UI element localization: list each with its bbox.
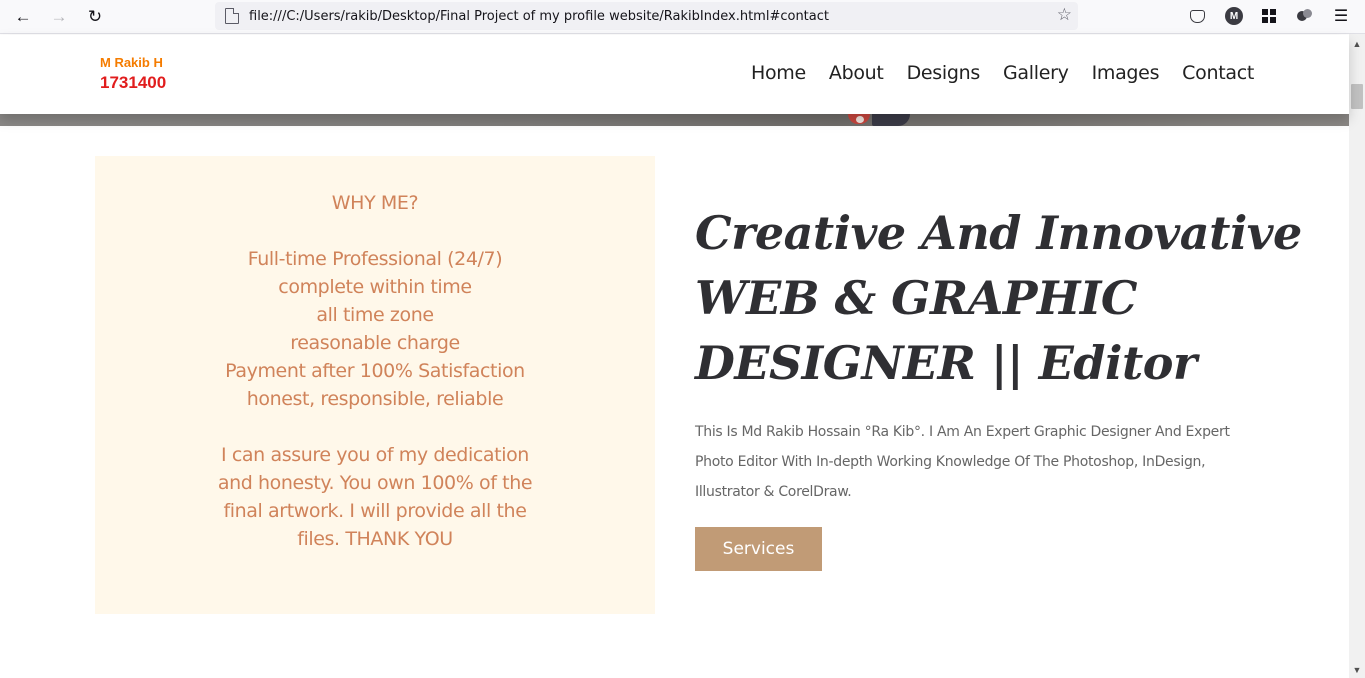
why-me-point: Full-time Professional (24/7) [247,248,503,270]
headline-line: DESIGNER || Editor [695,336,1197,390]
brand-logo[interactable]: M Rakib H 1731400 [100,56,166,91]
assurance-line: I can assure you of my dedication [221,444,529,466]
scroll-thumb[interactable] [1351,84,1363,109]
assurance-line: final artwork. I will provide all the [223,500,527,522]
main-nav: Home About Designs Gallery Images Contac… [751,62,1254,84]
assurance-line: files. THANK YOU [297,528,453,550]
why-me-point: complete within time [278,276,472,298]
why-me-point: honest, responsible, reliable [246,388,504,410]
container-icon[interactable] [1294,5,1316,27]
why-me-panel: WHY ME? Full-time Professional (24/7) co… [95,156,655,614]
account-icon[interactable]: M [1223,5,1245,27]
scroll-up-icon[interactable]: ▲ [1349,36,1365,52]
hero-image-strip [0,114,1349,126]
headline-line: WEB & GRAPHIC [695,271,1138,325]
scroll-down-icon[interactable]: ▼ [1349,662,1365,678]
hero-image-figure [848,114,912,126]
nav-about[interactable]: About [829,62,884,84]
why-me-point: all time zone [316,304,434,326]
headline-line: Creative And Innovative [695,206,1302,260]
url-text[interactable]: file:///C:/Users/rakib/Desktop/Final Pro… [249,9,829,24]
menu-icon[interactable]: ☰ [1330,5,1352,27]
why-me-point: reasonable charge [290,332,460,354]
nav-contact[interactable]: Contact [1182,62,1254,84]
hero-headline: Creative And Innovative WEB & GRAPHIC DE… [695,201,1335,396]
why-me-title: WHY ME? [331,192,419,214]
page-icon [225,8,239,24]
brand-name: M Rakib H [100,55,163,70]
arrow-right-icon[interactable]: → [41,2,77,32]
bio-line: Illustrator & CorelDraw. [695,484,852,500]
nav-images[interactable]: Images [1092,62,1160,84]
nav-home[interactable]: Home [751,62,806,84]
nav-gallery[interactable]: Gallery [1003,62,1069,84]
star-icon[interactable]: ☆ [1057,5,1072,25]
bio-line: This Is Md Rakib Hossain °Ra Kib°. I Am … [695,424,1230,440]
page-scrollbar[interactable]: ▲ ▼ [1349,34,1365,678]
bio-text: This Is Md Rakib Hossain °Ra Kib°. I Am … [695,417,1255,507]
nav-designs[interactable]: Designs [907,62,981,84]
reload-icon[interactable]: ↻ [77,2,113,32]
services-button[interactable]: Services [695,527,822,571]
browser-toolbar: ← → ↻ file:///C:/Users/rakib/Desktop/Fin… [0,0,1365,34]
bio-line: Photo Editor With In-depth Working Knowl… [695,454,1206,470]
arrow-left-icon[interactable]: ← [5,2,41,32]
brand-id: 1731400 [100,73,167,92]
why-me-point: Payment after 100% Satisfaction [225,360,525,382]
assurance-line: and honesty. You own 100% of the [217,472,533,494]
pocket-icon[interactable] [1186,5,1208,27]
site-header: M Rakib H 1731400 Home About Designs Gal… [0,35,1349,114]
extensions-grid-icon[interactable] [1258,5,1280,27]
address-bar[interactable]: file:///C:/Users/rakib/Desktop/Final Pro… [215,2,1078,30]
